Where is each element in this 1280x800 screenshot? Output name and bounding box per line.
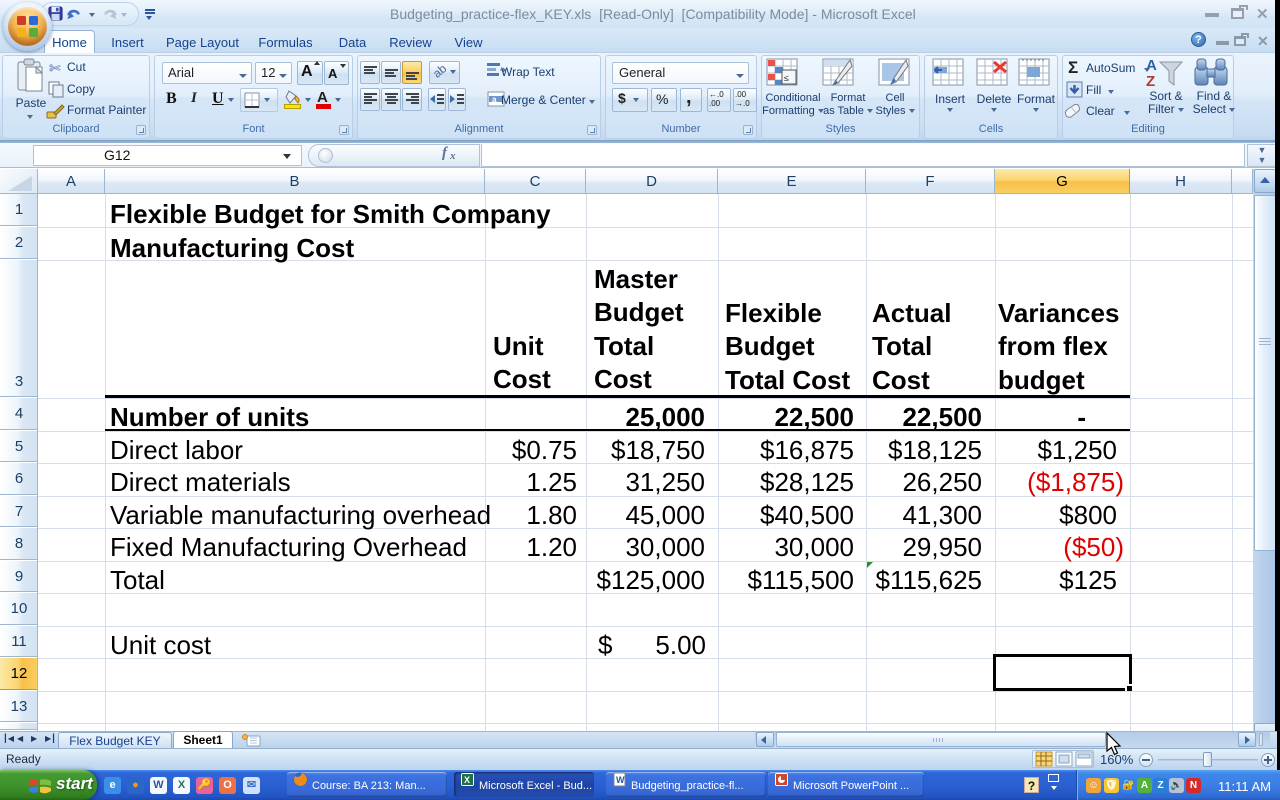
svg-text:Z: Z: [1146, 73, 1155, 90]
svg-text:W: W: [616, 775, 625, 785]
svg-text:X: X: [464, 775, 470, 785]
svg-text:a: a: [492, 95, 497, 104]
svg-text:A: A: [1146, 57, 1157, 74]
svg-text:≤: ≤: [784, 73, 789, 83]
